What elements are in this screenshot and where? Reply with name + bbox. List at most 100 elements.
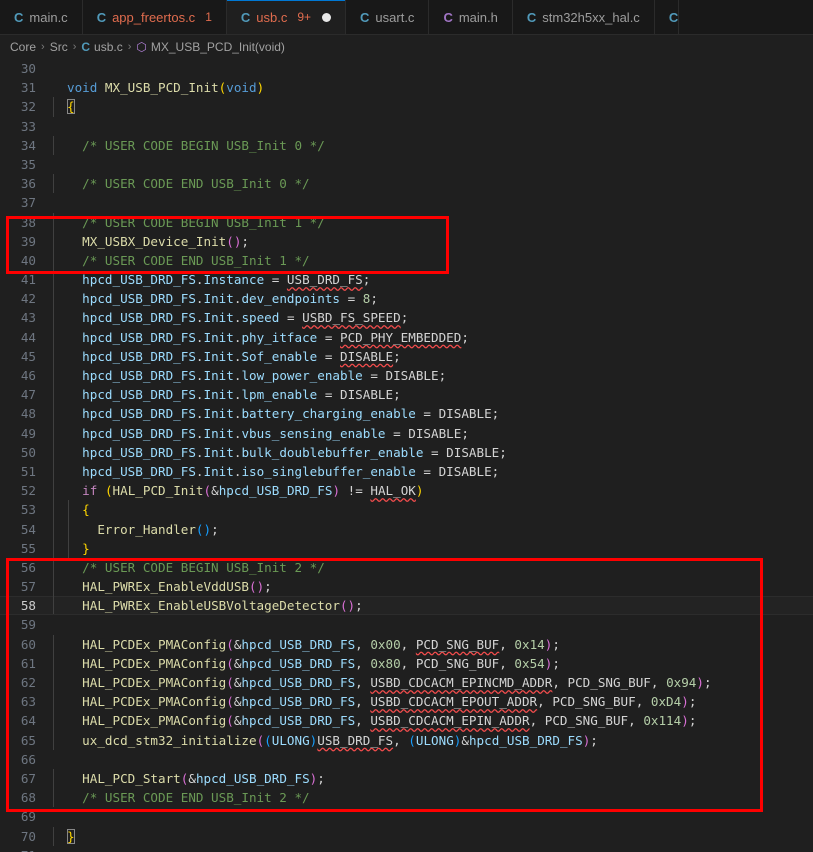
- code-token: ;: [264, 579, 272, 595]
- code-line-text[interactable]: HAL_PCDEx_PMAConfig(&hpcd_USB_DRD_FS, 0x…: [52, 634, 813, 654]
- code-line-text[interactable]: /* USER CODE END USB_Init 1 */: [52, 250, 813, 271]
- code-line-text[interactable]: HAL_PCD_Start(&hpcd_USB_DRD_FS);: [52, 768, 813, 789]
- line-number: 38: [20, 214, 36, 230]
- code-line-48[interactable]: 48 hpcd_USB_DRD_FS.Init.battery_charging…: [0, 404, 813, 424]
- code-line-54[interactable]: 54 Error_Handler();: [0, 519, 813, 539]
- editor-tab-usart-c[interactable]: Cusart.c: [346, 0, 430, 34]
- code-line-56[interactable]: 56 /* USER CODE BEGIN USB_Init 2 */: [0, 557, 813, 578]
- editor-tab-main-c[interactable]: Cmain.c: [0, 0, 83, 34]
- code-line-44[interactable]: 44 hpcd_USB_DRD_FS.Init.phy_itface = PCD…: [0, 327, 813, 347]
- code-line-text[interactable]: }: [52, 826, 813, 846]
- breadcrumb-item-src[interactable]: Src: [50, 40, 68, 54]
- code-line-text[interactable]: /* USER CODE BEGIN USB_Init 0 */: [52, 135, 813, 155]
- editor-tab-app-freertos-c[interactable]: Capp_freertos.c 1: [82, 0, 227, 34]
- code-line-34[interactable]: 34 /* USER CODE BEGIN USB_Init 0 */: [0, 135, 813, 155]
- code-line-text[interactable]: HAL_PCDEx_PMAConfig(&hpcd_USB_DRD_FS, US…: [52, 673, 813, 693]
- code-line-68[interactable]: 68 /* USER CODE END USB_Init 2 */: [0, 788, 813, 808]
- code-line-text[interactable]: ux_dcd_stm32_initialize((ULONG)USB_DRD_F…: [52, 730, 813, 750]
- code-line-51[interactable]: 51 hpcd_USB_DRD_FS.Init.iso_singlebuffer…: [0, 461, 813, 482]
- code-line-text[interactable]: hpcd_USB_DRD_FS.Init.speed = USBD_FS_SPE…: [52, 308, 813, 328]
- code-line-text[interactable]: void MX_USB_PCD_Init(void): [52, 78, 813, 97]
- code-line-70[interactable]: 70}: [0, 826, 813, 846]
- code-line-text[interactable]: hpcd_USB_DRD_FS.Init.dev_endpoints = 8;: [52, 289, 813, 309]
- code-line-53[interactable]: 53 {: [0, 500, 813, 520]
- code-line-text[interactable]: hpcd_USB_DRD_FS.Init.phy_itface = PCD_PH…: [52, 327, 813, 347]
- code-lines[interactable]: 30 31 void MX_USB_PCD_Init(void) 32{33 34 /*…: [0, 59, 813, 852]
- code-line-55[interactable]: 55 }: [0, 538, 813, 558]
- code-line-42[interactable]: 42 hpcd_USB_DRD_FS.Init.dev_endpoints = …: [0, 289, 813, 309]
- code-line-47[interactable]: 47 hpcd_USB_DRD_FS.Init.lpm_enable = DIS…: [0, 385, 813, 405]
- code-line-57[interactable]: 57 HAL_PWREx_EnableVddUSB();: [0, 577, 813, 597]
- code-line-text[interactable]: /* USER CODE END USB_Init 2 */: [52, 788, 813, 808]
- code-line-text[interactable]: /* USER CODE BEGIN USB_Init 1 */: [52, 212, 813, 232]
- editor-tab-usb-c[interactable]: Cusb.c 9+: [226, 0, 347, 34]
- code-token: hpcd_USB_DRD_FS: [82, 425, 196, 441]
- code-line-36[interactable]: 36 /* USER CODE END USB_Init 0 */: [0, 174, 813, 194]
- breadcrumb-item-mx-usb-pcd-init-void-[interactable]: ⬡ MX_USB_PCD_Init(void): [136, 40, 285, 54]
- code-line-text[interactable]: hpcd_USB_DRD_FS.Init.lpm_enable = DISABL…: [52, 385, 813, 405]
- code-line-38[interactable]: 38 /* USER CODE BEGIN USB_Init 1 */: [0, 212, 813, 232]
- code-line-50[interactable]: 50 hpcd_USB_DRD_FS.Init.bulk_doublebuffe…: [0, 442, 813, 462]
- code-line-text[interactable]: hpcd_USB_DRD_FS.Instance = USB_DRD_FS;: [52, 270, 813, 290]
- code-line-text[interactable]: if (HAL_PCD_Init(&hpcd_USB_DRD_FS) != HA…: [52, 481, 813, 501]
- unsaved-indicator-icon[interactable]: [322, 12, 332, 22]
- code-line-text[interactable]: hpcd_USB_DRD_FS.Init.iso_singlebuffer_en…: [52, 461, 813, 482]
- indent-guide: [53, 577, 54, 597]
- code-line-45[interactable]: 45 hpcd_USB_DRD_FS.Init.Sof_enable = DIS…: [0, 346, 813, 367]
- code-line-41[interactable]: 41 hpcd_USB_DRD_FS.Instance = USB_DRD_FS…: [0, 270, 813, 290]
- code-line-61[interactable]: 61 HAL_PCDEx_PMAConfig(&hpcd_USB_DRD_FS,…: [0, 653, 813, 674]
- code-line-text[interactable]: HAL_PCDEx_PMAConfig(&hpcd_USB_DRD_FS, US…: [52, 692, 813, 712]
- code-line-text[interactable]: HAL_PWREx_EnableVddUSB();: [52, 577, 813, 597]
- code-line-text[interactable]: Error_Handler();: [52, 519, 813, 539]
- code-line-65[interactable]: 65 ux_dcd_stm32_initialize((ULONG)USB_DR…: [0, 730, 813, 750]
- editor-tab-stm32h5xx-hal-c[interactable]: Cstm32h5xx_hal.c: [512, 0, 655, 34]
- editor-tab-main-h[interactable]: Cmain.h: [429, 0, 513, 34]
- code-line-31[interactable]: 31 void MX_USB_PCD_Init(void): [0, 78, 813, 97]
- code-line-66[interactable]: 66: [0, 750, 813, 769]
- editor-tab-overflow[interactable]: C: [654, 0, 680, 34]
- code-line-63[interactable]: 63 HAL_PCDEx_PMAConfig(&hpcd_USB_DRD_FS,…: [0, 692, 813, 712]
- code-line-69[interactable]: 69: [0, 807, 813, 826]
- code-line-39[interactable]: 39 MX_USBX_Device_Init();: [0, 231, 813, 251]
- breadcrumb-item-core[interactable]: Core: [10, 40, 36, 54]
- code-line-62[interactable]: 62 HAL_PCDEx_PMAConfig(&hpcd_USB_DRD_FS,…: [0, 673, 813, 693]
- code-token: Init: [203, 463, 234, 479]
- code-line-text[interactable]: hpcd_USB_DRD_FS.Init.battery_charging_en…: [52, 404, 813, 424]
- code-editor[interactable]: 30 31 void MX_USB_PCD_Init(void) 32{33 34 /*…: [0, 59, 813, 852]
- code-line-37[interactable]: 37: [0, 193, 813, 212]
- code-line-text[interactable]: hpcd_USB_DRD_FS.Init.low_power_enable = …: [52, 366, 813, 386]
- breadcrumb-item-usb-c[interactable]: Cusb.c: [81, 40, 122, 54]
- code-line-33[interactable]: 33: [0, 117, 813, 136]
- code-line-text[interactable]: {: [52, 500, 813, 520]
- code-line-67[interactable]: 67 HAL_PCD_Start(&hpcd_USB_DRD_FS);: [0, 768, 813, 789]
- code-line-30[interactable]: 30: [0, 59, 813, 78]
- code-line-71[interactable]: 71: [0, 846, 813, 852]
- code-line-58[interactable]: 58 HAL_PWREx_EnableUSBVoltageDetector();: [0, 596, 813, 616]
- code-line-59[interactable]: 59: [0, 615, 813, 634]
- line-number: 62: [20, 675, 36, 690]
- code-line-text[interactable]: /* USER CODE BEGIN USB_Init 2 */: [52, 557, 813, 578]
- indent-guide: [53, 289, 54, 309]
- code-line-text[interactable]: hpcd_USB_DRD_FS.Init.bulk_doublebuffer_e…: [52, 442, 813, 462]
- code-line-text[interactable]: HAL_PCDEx_PMAConfig(&hpcd_USB_DRD_FS, US…: [52, 711, 813, 731]
- code-token: void: [226, 80, 257, 96]
- code-line-text[interactable]: /* USER CODE END USB_Init 0 */: [52, 174, 813, 194]
- code-line-text[interactable]: MX_USBX_Device_Init();: [52, 231, 813, 251]
- editor-tab-label: main.h: [458, 9, 498, 25]
- code-line-32[interactable]: 32 {: [0, 97, 813, 117]
- indent-guide: [53, 826, 54, 846]
- code-line-text[interactable]: hpcd_USB_DRD_FS.Init.Sof_enable = DISABL…: [52, 346, 813, 367]
- code-line-text[interactable]: {: [52, 97, 813, 117]
- code-line-text[interactable]: hpcd_USB_DRD_FS.Init.vbus_sensing_enable…: [52, 423, 813, 443]
- code-line-43[interactable]: 43 hpcd_USB_DRD_FS.Init.speed = USBD_FS_…: [0, 308, 813, 328]
- code-line-49[interactable]: 49 hpcd_USB_DRD_FS.Init.vbus_sensing_ena…: [0, 423, 813, 443]
- code-line-60[interactable]: 60 HAL_PCDEx_PMAConfig(&hpcd_USB_DRD_FS,…: [0, 634, 813, 654]
- code-line-35[interactable]: 35: [0, 155, 813, 174]
- code-line-text[interactable]: }: [52, 538, 813, 558]
- code-line-text[interactable]: HAL_PCDEx_PMAConfig(&hpcd_USB_DRD_FS, 0x…: [52, 653, 813, 674]
- code-line-46[interactable]: 46 hpcd_USB_DRD_FS.Init.low_power_enable…: [0, 366, 813, 386]
- code-line-64[interactable]: 64 HAL_PCDEx_PMAConfig(&hpcd_USB_DRD_FS,…: [0, 711, 813, 731]
- code-line-text[interactable]: HAL_PWREx_EnableUSBVoltageDetector();: [52, 596, 813, 616]
- code-line-40[interactable]: 40 /* USER CODE END USB_Init 1 */: [0, 250, 813, 271]
- code-line-52[interactable]: 52 if (HAL_PCD_Init(&hpcd_USB_DRD_FS) !=…: [0, 481, 813, 501]
